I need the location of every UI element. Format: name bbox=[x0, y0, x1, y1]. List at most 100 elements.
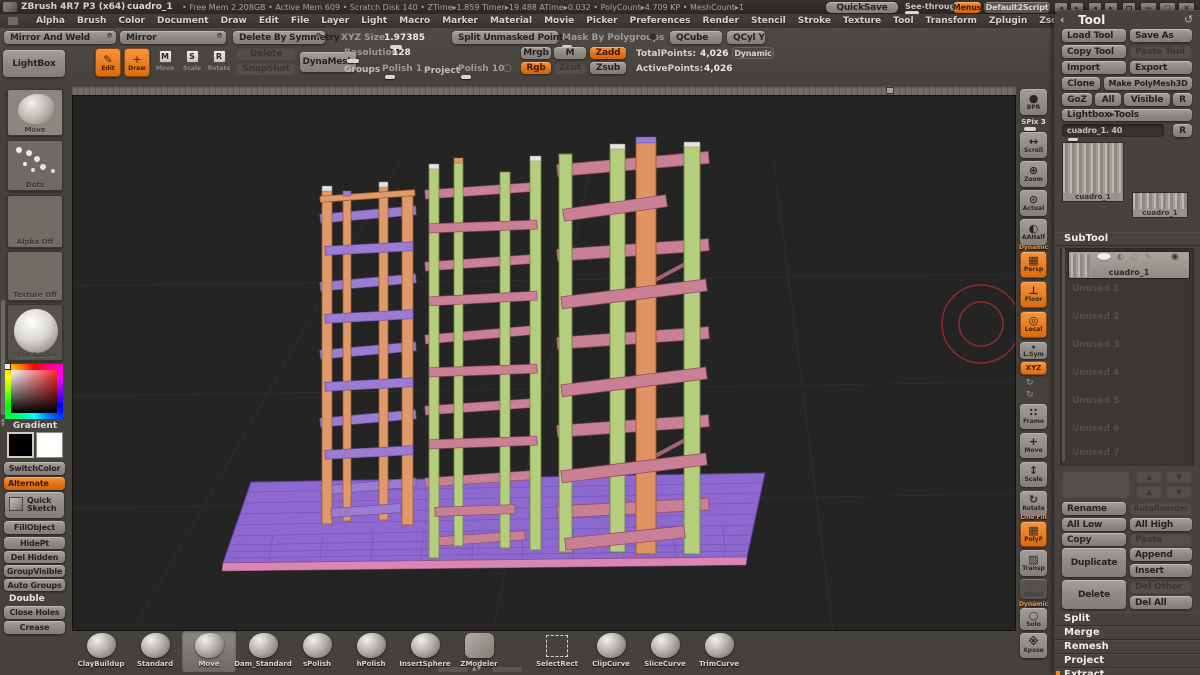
make-polymesh3d-button[interactable]: Make PolyMesh3D bbox=[1104, 77, 1192, 90]
frame-button[interactable]: ∷Frame bbox=[1020, 404, 1047, 429]
rotate-z-icon[interactable]: ↻ bbox=[1026, 390, 1034, 400]
rotate3d-button[interactable]: ↻Rotate bbox=[1020, 491, 1047, 516]
default-script-button[interactable]: Default2Script bbox=[984, 2, 1050, 13]
subtool-unused-7[interactable]: Unused 7 bbox=[1072, 448, 1119, 458]
clone-button[interactable]: Clone bbox=[1062, 77, 1100, 90]
menu-texture[interactable]: Texture bbox=[837, 16, 887, 26]
menu-movie[interactable]: Movie bbox=[538, 16, 580, 26]
tray-selectrect[interactable]: SelectRect bbox=[530, 631, 584, 672]
secondary-color-swatch[interactable] bbox=[36, 432, 63, 458]
viewport-canvas[interactable] bbox=[72, 95, 1016, 631]
crease-button[interactable]: Crease bbox=[4, 621, 65, 634]
edit-button[interactable]: ✎ Edit bbox=[95, 48, 121, 77]
menu-transform[interactable]: Transform bbox=[920, 16, 983, 26]
merge-section[interactable]: Merge bbox=[1054, 626, 1200, 639]
blur-ring-icon[interactable]: ○ bbox=[503, 63, 512, 74]
quicksave-button[interactable]: QuickSave bbox=[826, 2, 898, 13]
panel-collapse-icon[interactable]: ‹ bbox=[1060, 13, 1065, 26]
switch-color-button[interactable]: SwitchColor bbox=[4, 462, 65, 475]
draw-button[interactable]: + Draw bbox=[124, 48, 150, 77]
zoom-button[interactable]: ⊕Zoom bbox=[1020, 161, 1047, 187]
import-button[interactable]: Import bbox=[1062, 61, 1126, 74]
all-high-button[interactable]: All High bbox=[1130, 518, 1192, 531]
fill-object-button[interactable]: FillObject bbox=[4, 521, 65, 534]
extract-section[interactable]: Extract bbox=[1054, 668, 1200, 675]
close-holes-button[interactable]: Close Holes bbox=[4, 606, 65, 619]
copy-tool-button[interactable]: Copy Tool bbox=[1062, 45, 1126, 58]
tray-scroll-right[interactable] bbox=[492, 667, 522, 672]
xpose-button[interactable]: ※Xpose bbox=[1020, 633, 1047, 658]
scale-button[interactable]: S Scale bbox=[180, 50, 204, 76]
menu-stroke[interactable]: Stroke bbox=[792, 16, 837, 26]
polish-10-slider[interactable]: Polish 10 bbox=[458, 64, 504, 74]
subtool-brush-icon[interactable] bbox=[1097, 253, 1111, 261]
rgb-button[interactable]: Rgb bbox=[521, 62, 551, 74]
actual-button[interactable]: ⊙Actual bbox=[1020, 190, 1047, 216]
menu-light[interactable]: Light bbox=[355, 16, 393, 26]
subtool-section-header[interactable]: SubTool bbox=[1054, 232, 1200, 245]
menu-macro[interactable]: Macro bbox=[393, 16, 436, 26]
subtool-scrollbar[interactable] bbox=[1062, 248, 1065, 462]
active-tool-slider[interactable] bbox=[1068, 138, 1078, 141]
menus-button[interactable]: Menus bbox=[953, 2, 981, 13]
alpha-thumbnail[interactable]: Alpha Off bbox=[7, 195, 63, 248]
polish-10-nub[interactable] bbox=[461, 75, 471, 79]
menu-layer[interactable]: Layer bbox=[315, 16, 355, 26]
tray-scroll-left[interactable] bbox=[438, 667, 468, 672]
current-brush-thumbnail[interactable]: Move bbox=[7, 89, 63, 136]
group-visible-button[interactable]: GroupVisible bbox=[4, 565, 65, 577]
del-hidden-button[interactable]: Del Hidden bbox=[4, 551, 65, 563]
delete-by-symmetry-button[interactable]: Delete By Symmetry bbox=[233, 31, 325, 44]
quick-sketch-button[interactable]: Quick Sketch bbox=[5, 492, 64, 518]
tool-r-button[interactable]: R bbox=[1173, 124, 1192, 137]
left-scrollbar[interactable] bbox=[1, 300, 5, 415]
tray-pager-icons[interactable]: ▲▼ bbox=[472, 665, 481, 672]
subtool-item-selected[interactable]: ◐ ○ ✎ ◉ cuadro_1 bbox=[1068, 251, 1190, 279]
active-tool-name[interactable]: cuadro_1. 40 bbox=[1062, 124, 1164, 137]
qcube-button[interactable]: QCube bbox=[670, 31, 722, 44]
xyz-button[interactable]: XYZ bbox=[1020, 361, 1047, 375]
del-all-button[interactable]: Del All bbox=[1130, 596, 1192, 609]
load-tool-button[interactable]: Load Tool bbox=[1062, 29, 1126, 42]
menu-marker[interactable]: Marker bbox=[436, 16, 484, 26]
solo-button[interactable]: ○Solo bbox=[1020, 608, 1047, 630]
timeline-handle[interactable] bbox=[886, 87, 894, 94]
mrgb-button[interactable]: Mrgb bbox=[521, 47, 551, 59]
panel-reset-icon[interactable]: ↺ bbox=[1184, 13, 1193, 26]
spix-slider[interactable] bbox=[1024, 127, 1036, 131]
save-as-button[interactable]: Save As bbox=[1130, 29, 1192, 42]
groups-toggle[interactable]: Groups bbox=[344, 65, 380, 75]
rotate-y-icon[interactable]: ↻ bbox=[1026, 378, 1034, 388]
material-thumbnail[interactable]: SkinShade4 bbox=[7, 304, 63, 361]
tray-spolish[interactable]: sPolish bbox=[290, 631, 344, 672]
subtool-unused-4[interactable]: Unused 4 bbox=[1072, 368, 1119, 378]
insert-button[interactable]: Insert bbox=[1130, 564, 1192, 577]
mirror-button[interactable]: Mirror bbox=[120, 31, 226, 44]
menu-tool[interactable]: Tool bbox=[887, 16, 919, 26]
recent-tool-thumbnail[interactable]: cuadro_1 bbox=[1132, 192, 1188, 218]
menu-stencil[interactable]: Stencil bbox=[745, 16, 792, 26]
subtool-unused-1[interactable]: Unused 1 bbox=[1072, 284, 1119, 294]
lsym-button[interactable]: ∗L.Sym bbox=[1020, 342, 1047, 359]
split-unmasked-points-button[interactable]: Split Unmasked Points bbox=[452, 31, 558, 44]
left-scroll-arrows-icon[interactable]: ▲▼ bbox=[1, 418, 5, 428]
tray-clipcurve[interactable]: ClipCurve bbox=[584, 631, 638, 672]
tray-trimcurve[interactable]: TrimCurve bbox=[692, 631, 746, 672]
duplicate-button[interactable]: Duplicate bbox=[1062, 548, 1126, 577]
append-button[interactable]: Append bbox=[1130, 548, 1192, 561]
tray-standard[interactable]: Standard bbox=[128, 631, 182, 672]
goz-button[interactable]: GoZ bbox=[1062, 93, 1092, 106]
floor-button[interactable]: ⊥Floor bbox=[1020, 281, 1047, 308]
tray-insertsphere[interactable]: InsertSphere bbox=[398, 631, 452, 672]
subtool-eye-icon[interactable]: ◉ bbox=[1171, 252, 1179, 262]
rotate-button[interactable]: R Rotate bbox=[207, 50, 231, 76]
tray-hpolish[interactable]: hPolish bbox=[344, 631, 398, 672]
polish-1-slider[interactable]: Polish 1 bbox=[382, 64, 422, 74]
dynamic-toggle[interactable]: Dynamic bbox=[732, 47, 774, 59]
remesh-section[interactable]: Remesh bbox=[1054, 640, 1200, 653]
export-button[interactable]: Export bbox=[1130, 61, 1192, 74]
menu-edit[interactable]: Edit bbox=[253, 16, 285, 26]
polyf-button[interactable]: ▦PolyF bbox=[1020, 521, 1047, 547]
color-picker-square[interactable] bbox=[11, 370, 57, 413]
project-toggle[interactable]: Project bbox=[424, 66, 460, 76]
